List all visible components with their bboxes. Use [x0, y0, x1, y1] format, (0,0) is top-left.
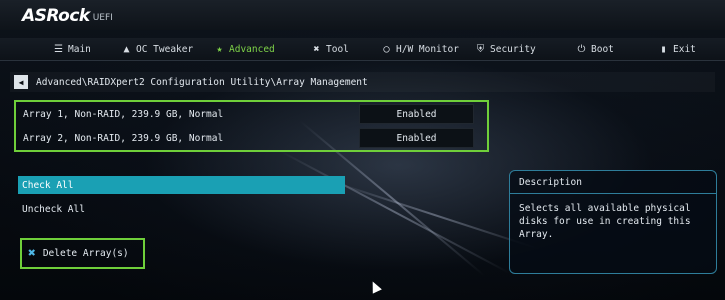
tab-label: Boot — [591, 43, 614, 55]
main-menu: ☰ Main ▲ OC Tweaker ★ Advanced ✖ Tool ◯ … — [0, 38, 725, 61]
tab-label: Tool — [326, 43, 349, 55]
breadcrumb: ◀ Advanced\RAIDXpert2 Configuration Util… — [10, 72, 715, 92]
tab-label: Advanced — [229, 43, 275, 55]
brand-name: ASRock — [22, 6, 90, 26]
list-icon: ☰ — [54, 43, 63, 55]
delete-array-label: Delete Array(s) — [42, 248, 129, 259]
array-list: Array 1, Non-RAID, 239.9 GB, Normal Enab… — [14, 100, 489, 152]
door-icon: ▮ — [660, 43, 667, 55]
description-panel: Description Selects all available physic… — [509, 170, 717, 274]
rocket-icon: ▲ — [123, 43, 130, 55]
array-label: Array 2, Non-RAID, 239.9 GB, Normal — [23, 132, 224, 144]
monitor-icon: ◯ — [383, 43, 390, 55]
tab-main[interactable]: ☰ Main — [53, 38, 91, 60]
tab-security[interactable]: ⛨ Security — [475, 38, 536, 60]
check-all-option[interactable]: Check All — [18, 176, 345, 194]
delete-array-button[interactable]: ✖ Delete Array(s) — [20, 238, 145, 269]
tab-label: Exit — [673, 43, 696, 55]
array-row[interactable]: Array 2, Non-RAID, 239.9 GB, Normal Enab… — [16, 127, 487, 149]
brand-suffix: UEFI — [92, 13, 113, 23]
description-title: Description — [510, 171, 716, 194]
tab-label: Security — [490, 43, 536, 55]
star-icon: ★ — [216, 43, 223, 55]
tab-exit[interactable]: ▮ Exit — [658, 38, 696, 60]
tab-tool[interactable]: ✖ Tool — [311, 38, 349, 60]
tab-hw-monitor[interactable]: ◯ H/W Monitor — [381, 38, 459, 60]
uncheck-all-option[interactable]: Uncheck All — [22, 200, 85, 218]
brand-logo: ASRock UEFI — [22, 4, 113, 26]
power-icon: ⏻ — [577, 43, 586, 55]
breadcrumb-path: Advanced\RAIDXpert2 Configuration Utilit… — [36, 76, 368, 88]
tab-boot[interactable]: ⏻ Boot — [576, 38, 614, 60]
tab-label: Main — [68, 43, 91, 55]
tab-oc-tweaker[interactable]: ▲ OC Tweaker — [121, 38, 193, 60]
array-label: Array 1, Non-RAID, 239.9 GB, Normal — [23, 108, 224, 120]
shield-icon: ⛨ — [476, 43, 485, 55]
tab-label: OC Tweaker — [136, 43, 194, 55]
title-bar: ASRock UEFI — [0, 0, 725, 30]
description-text: Selects all available physical disks for… — [519, 203, 691, 240]
tools-icon: ✖ — [313, 43, 320, 55]
array-status-value[interactable]: Enabled — [359, 128, 474, 148]
tools-icon: ✖ — [28, 246, 36, 261]
array-status-value[interactable]: Enabled — [359, 104, 474, 124]
back-arrow-icon[interactable]: ◀ — [14, 75, 28, 89]
tab-label: H/W Monitor — [396, 43, 459, 55]
tab-advanced[interactable]: ★ Advanced — [214, 38, 275, 60]
array-row[interactable]: Array 1, Non-RAID, 239.9 GB, Normal Enab… — [16, 103, 487, 125]
